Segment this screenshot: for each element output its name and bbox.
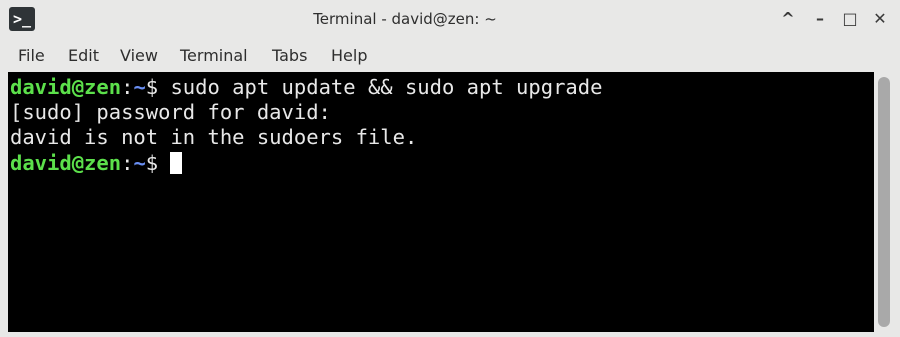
window-title: Terminal - david@zen: ~	[313, 10, 497, 28]
menu-help[interactable]: Help	[331, 40, 367, 72]
menu-tabs[interactable]: Tabs	[272, 40, 307, 72]
minimize-button[interactable]: –	[806, 5, 834, 33]
title-bar[interactable]: >_ Terminal - david@zen: ~ ^ – □ ✕	[0, 0, 900, 38]
prompt-separator: :	[121, 151, 134, 175]
menu-bar: File Edit View Terminal Tabs Help	[0, 40, 900, 72]
prompt-user-host: david@zen	[10, 151, 122, 175]
command-text: sudo apt update && sudo apt upgrade	[170, 75, 603, 99]
prompt-symbol: $	[145, 75, 171, 99]
close-button[interactable]: ✕	[866, 5, 894, 33]
text-cursor	[170, 152, 183, 174]
terminal-line-error: david is not in the sudoers file.	[10, 125, 418, 149]
prompt-user-host: david@zen	[10, 75, 122, 99]
terminal-line-command: david@zen:~$ sudo apt update && sudo apt…	[10, 75, 602, 100]
menu-file[interactable]: File	[18, 40, 45, 72]
terminal-window: >_ Terminal - david@zen: ~ ^ – □ ✕ File …	[0, 0, 900, 337]
prompt-path: ~	[133, 75, 146, 99]
prompt-path: ~	[133, 151, 146, 175]
maximize-button[interactable]: □	[836, 5, 864, 33]
terminal-output[interactable]: david@zen:~$ sudo apt update && sudo apt…	[8, 72, 874, 332]
scrollbar-thumb[interactable]	[878, 77, 890, 327]
prompt-symbol: $	[145, 151, 171, 175]
window-bottom-border	[0, 332, 900, 337]
menu-view[interactable]: View	[120, 40, 158, 72]
terminal-line-prompt: david@zen:~$	[10, 151, 183, 176]
scrollbar[interactable]	[874, 72, 894, 332]
menu-terminal[interactable]: Terminal	[180, 40, 248, 72]
menu-edit[interactable]: Edit	[68, 40, 99, 72]
keep-above-icon[interactable]: ^	[774, 5, 802, 33]
terminal-line-sudo-prompt: [sudo] password for david:	[10, 100, 331, 124]
prompt-separator: :	[121, 75, 134, 99]
